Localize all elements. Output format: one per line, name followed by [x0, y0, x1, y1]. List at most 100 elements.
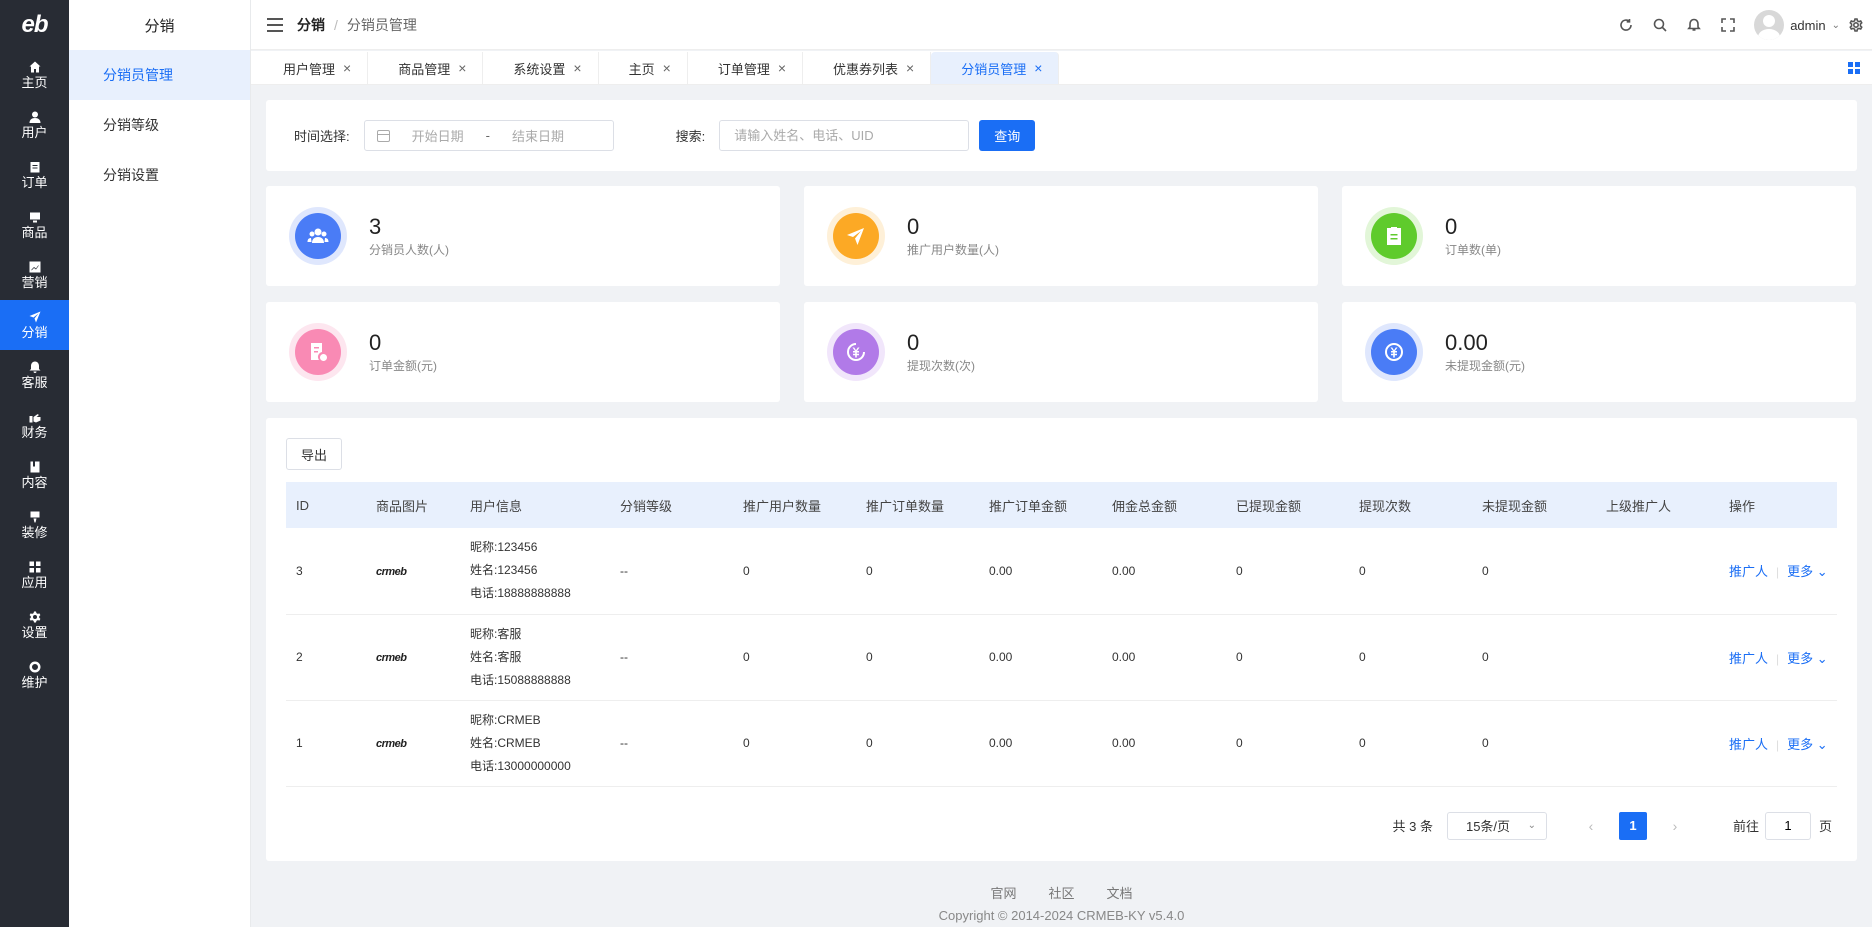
settings-gear-icon[interactable] — [1848, 17, 1864, 33]
footer-links: 官网 社区 文档 — [251, 883, 1872, 902]
rail-item-order[interactable]: 订单 — [0, 150, 69, 200]
rail-item-maintenance[interactable]: 维护 — [0, 650, 69, 700]
rail-item-decoration[interactable]: 装修 — [0, 500, 69, 550]
pagination: 共 3 条 15条/页 ⌄ ‹ 1 › 前往 页 — [286, 811, 1837, 840]
more-dropdown[interactable]: 更多 ⌄ — [1787, 651, 1828, 666]
prev-page-icon[interactable]: ‹ — [1577, 812, 1605, 840]
close-icon[interactable]: × — [906, 60, 914, 76]
stat-label: 提现次数(次) — [907, 359, 975, 373]
start-date-placeholder[interactable]: 开始日期 — [412, 126, 464, 145]
search-icon[interactable] — [1652, 17, 1668, 33]
page-size-select[interactable]: 15条/页 ⌄ — [1446, 811, 1547, 840]
crmeb-logo-image[interactable]: crmeb — [376, 566, 407, 578]
close-icon[interactable]: × — [663, 60, 671, 76]
cell-image: crmeb — [366, 528, 460, 615]
stat-card-unwithdrawn-amount: 0.00 未提现金额(元) — [1342, 302, 1856, 402]
page-number-current[interactable]: 1 — [1618, 811, 1647, 840]
end-date-placeholder[interactable]: 结束日期 — [512, 126, 564, 145]
column-header: 分销等级 — [620, 498, 673, 514]
stat-label: 分销员人数(人) — [369, 243, 449, 257]
user-name[interactable]: admin — [1790, 18, 1825, 33]
menu-toggle-icon[interactable] — [267, 17, 283, 32]
avatar[interactable] — [1754, 10, 1785, 40]
page-tabs: 用户管理 × 商品管理 × 系统设置 × 主页 × 订单管理 × 优惠券列表 × 分销员管理… — [251, 51, 1872, 85]
close-icon[interactable]: × — [343, 60, 351, 76]
page-jump-input[interactable] — [1764, 811, 1811, 840]
stat-label: 订单金额(元) — [369, 359, 437, 373]
tab-system-settings[interactable]: 系统设置 × — [483, 52, 599, 84]
tab-user-manage[interactable]: 用户管理 × — [253, 52, 369, 84]
footer-link-community[interactable]: 社区 — [1048, 883, 1074, 902]
notification-bell-icon[interactable] — [1686, 17, 1702, 33]
rail-item-home[interactable]: 主页 — [0, 50, 69, 100]
tab-coupon-list[interactable]: 优惠券列表 × — [803, 52, 932, 84]
footer-link-official[interactable]: 官网 — [990, 883, 1016, 902]
cell-id: 2 — [286, 614, 366, 701]
user-nickname: 昵称:客服 — [470, 626, 522, 641]
tab-distributor-manage[interactable]: 分销员管理 × — [931, 52, 1060, 84]
search-label: 搜索: — [675, 129, 706, 144]
chevron-down-icon[interactable]: ⌄ — [1832, 20, 1840, 31]
cell-actions: 推广人 | 更多 ⌄ — [1719, 528, 1837, 615]
chevron-down-icon: ⌄ — [1816, 736, 1828, 752]
more-dropdown[interactable]: 更多 ⌄ — [1787, 737, 1828, 752]
rail-item-label: 商品 — [21, 224, 48, 240]
rail-item-service[interactable]: 客服 — [0, 350, 69, 400]
user-phone: 电话:15088888888 — [470, 672, 571, 687]
header-tools: admin ⌄ — [1618, 0, 1872, 50]
footer-link-docs[interactable]: 文档 — [1107, 883, 1133, 902]
column-header: 操作 — [1729, 498, 1756, 514]
chevron-down-icon: ⌄ — [1527, 820, 1536, 831]
column-header: 已提现金额 — [1236, 498, 1302, 514]
rail-item-label: 装修 — [21, 524, 48, 540]
rail-item-distribution[interactable]: 分销 — [0, 300, 69, 350]
rail-item-finance[interactable]: 财务 — [0, 400, 69, 450]
submenu-item-distribution-level[interactable]: 分销等级 — [69, 100, 250, 150]
crmeb-logo-image[interactable]: crmeb — [376, 738, 407, 750]
column-header: 商品图片 — [376, 498, 429, 514]
date-range-picker[interactable]: 开始日期 - 结束日期 — [363, 120, 614, 151]
export-button[interactable]: 导出 — [286, 438, 342, 470]
cell-promoted-orders: 0 — [856, 528, 979, 615]
tab-order-manage[interactable]: 订单管理 × — [688, 52, 804, 84]
query-button[interactable]: 查询 — [979, 120, 1036, 151]
refresh-icon[interactable] — [1618, 17, 1634, 33]
cell-promoted-orders: 0 — [856, 700, 979, 787]
tabs-menu-grid-icon[interactable] — [1848, 62, 1860, 74]
column-header: 提现次数 — [1359, 498, 1412, 514]
rail-item-apps[interactable]: 应用 — [0, 550, 69, 600]
more-dropdown[interactable]: 更多 ⌄ — [1787, 564, 1828, 579]
rail-item-settings[interactable]: 设置 — [0, 600, 69, 650]
cell-user-info: 昵称:客服姓名:客服电话:15088888888 — [460, 614, 610, 701]
promoter-link[interactable]: 推广人 — [1729, 651, 1768, 666]
submenu-item-distributor-manage[interactable]: 分销员管理 — [69, 50, 250, 100]
breadcrumb: 分销 / 分销员管理 — [297, 15, 417, 35]
submenu-item-distribution-settings[interactable]: 分销设置 — [69, 150, 250, 200]
brand-logo[interactable]: eb — [0, 0, 69, 50]
rail-item-marketing[interactable]: 营销 — [0, 250, 69, 300]
fullscreen-icon[interactable] — [1720, 17, 1736, 33]
user-nickname: 昵称:CRMEB — [470, 712, 541, 727]
stat-card-promoted-users: 0 推广用户数量(人) — [804, 186, 1318, 286]
close-icon[interactable]: × — [778, 60, 786, 76]
crmeb-logo-image[interactable]: crmeb — [376, 652, 407, 664]
send-icon — [29, 311, 41, 323]
next-page-icon[interactable]: › — [1661, 812, 1689, 840]
rail-item-content[interactable]: 内容 — [0, 450, 69, 500]
user-name: 姓名:客服 — [470, 649, 522, 664]
apps-icon — [29, 561, 41, 573]
rail-item-user[interactable]: 用户 — [0, 100, 69, 150]
rail-item-label: 营销 — [21, 274, 48, 290]
close-icon[interactable]: × — [573, 60, 581, 76]
promoter-link[interactable]: 推广人 — [1729, 564, 1768, 579]
yuan-cycle-icon — [1371, 329, 1417, 375]
tab-home[interactable]: 主页 × — [599, 52, 688, 84]
rail-item-product[interactable]: 商品 — [0, 200, 69, 250]
close-icon[interactable]: × — [1034, 60, 1042, 76]
tab-product-manage[interactable]: 商品管理 × — [368, 52, 484, 84]
promoter-link[interactable]: 推广人 — [1729, 737, 1768, 752]
close-icon[interactable]: × — [458, 60, 466, 76]
breadcrumb-parent[interactable]: 分销 — [297, 15, 325, 35]
order-icon — [29, 161, 41, 173]
search-input[interactable] — [719, 120, 970, 151]
